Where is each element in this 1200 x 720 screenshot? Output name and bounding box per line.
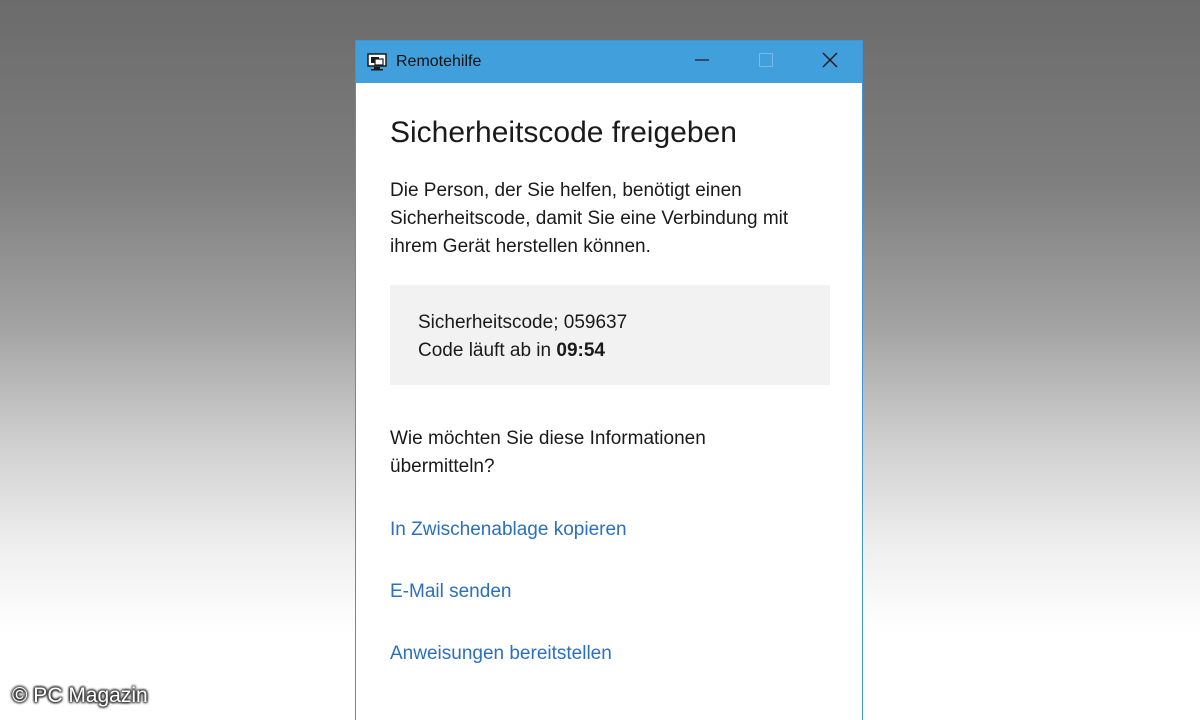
page-title: Sicherheitscode freigeben [390, 116, 737, 149]
provide-instructions-link[interactable]: Anweisungen bereitstellen [390, 640, 828, 668]
close-button[interactable] [798, 41, 862, 83]
question-text: Wie möchten Sie diese Informationen über… [390, 428, 706, 477]
maximize-icon [759, 52, 773, 72]
expiry-line: Code läuft ab in 09:54 [418, 337, 802, 365]
minimize-button[interactable] [670, 41, 734, 83]
security-code-line: Sicherheitscode; 059637 [418, 312, 628, 333]
description-text: Die Person, der Sie helfen, benötigt ein… [390, 180, 789, 257]
send-email-link[interactable]: E-Mail senden [390, 578, 828, 606]
remote-desktop-icon [366, 51, 388, 73]
watermark: © PC Magazin [12, 684, 148, 707]
remotehilfe-window: Remotehilfe Sicherheitscode freigeben Di… [355, 40, 863, 720]
close-icon [822, 52, 838, 73]
expiry-label: Code läuft ab in [418, 340, 557, 361]
window-title: Remotehilfe [396, 53, 482, 70]
maximize-button[interactable] [734, 41, 798, 83]
copy-to-clipboard-link[interactable]: In Zwischenablage kopieren [390, 516, 828, 544]
title-bar[interactable]: Remotehilfe [356, 41, 862, 83]
dialog-content: Sicherheitscode freigeben Die Person, de… [356, 83, 862, 668]
expiry-time: 09:54 [556, 340, 605, 361]
minimize-icon [695, 53, 709, 72]
security-code-box: Sicherheitscode; 059637 Code läuft ab in… [390, 285, 830, 385]
